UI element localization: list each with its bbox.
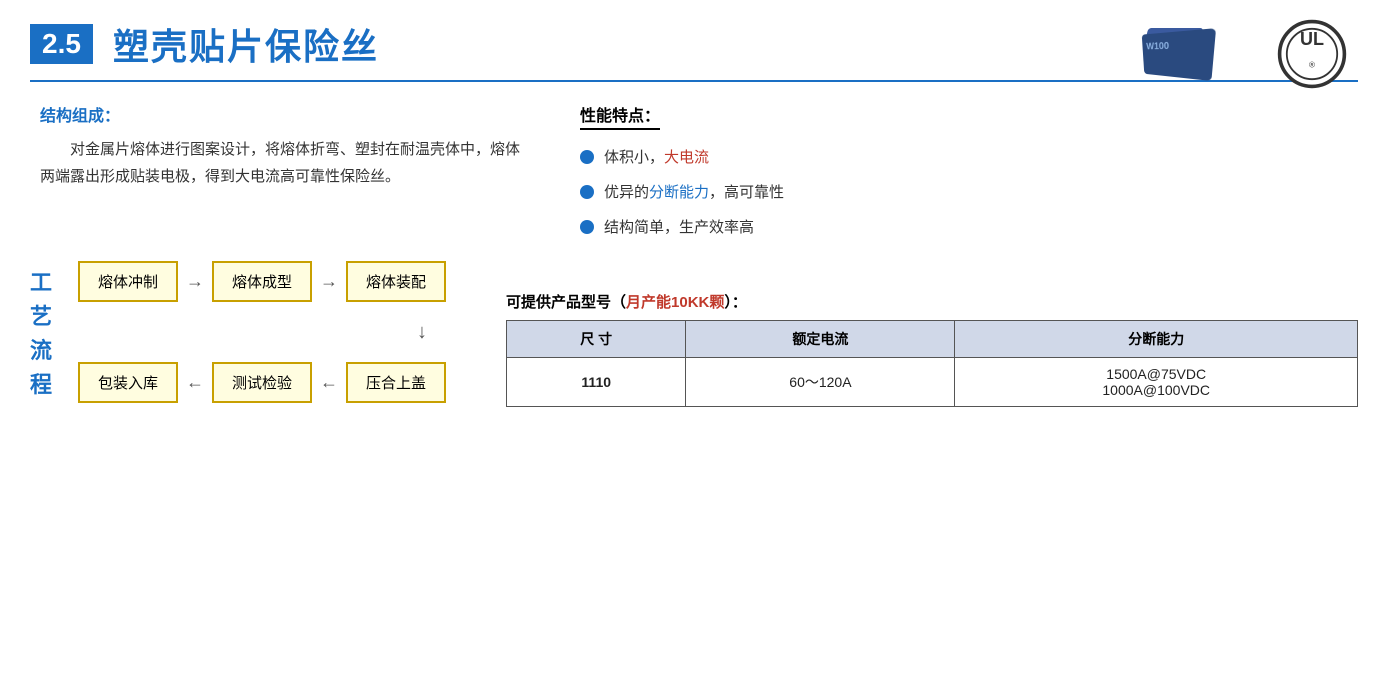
table-header-row: 尺 寸 额定电流 分断能力 (507, 321, 1358, 358)
flow-box-3: 熔体装配 (346, 261, 446, 302)
structure-description: 对金属片熔体进行图案设计，将熔体折弯、塑封在耐温壳体中，熔体两端露出形成贴装电极… (40, 136, 520, 190)
flow-box-5: 测试检验 (212, 362, 312, 403)
feature-item-1: 体积小，大电流 (580, 146, 1348, 167)
structure-label: 结构组成： (40, 102, 520, 126)
table-title: 可提供产品型号（月产能10KK颗）： (506, 291, 1358, 312)
flow-box-6: 压合上盖 (346, 362, 446, 403)
section-badge: 2.5 (30, 24, 93, 64)
col-header-breaking: 分断能力 (955, 321, 1358, 358)
ul-logo: UL ® (1276, 18, 1348, 90)
col-header-size: 尺 寸 (507, 321, 686, 358)
arrow-right-2: → (320, 271, 338, 292)
flow-row-1: 熔体冲制 → 熔体成型 → 熔体装配 (78, 261, 446, 302)
arrow-left-1: ← (186, 372, 204, 393)
svg-text:UL: UL (1300, 29, 1324, 49)
table-header: 尺 寸 额定电流 分断能力 (507, 321, 1358, 358)
chip-graphic: W100 (1138, 28, 1218, 83)
main-content: 结构组成： 对金属片熔体进行图案设计，将熔体折弯、塑封在耐温壳体中，熔体两端露出… (0, 102, 1388, 251)
process-char-2: 艺 (30, 299, 52, 331)
table-title-text: 可提供产品型号（月产能10KK颗）： (506, 294, 747, 311)
cell-size: 1110 (507, 358, 686, 407)
flow-box-1: 熔体冲制 (78, 261, 178, 302)
col-header-current: 额定电流 (686, 321, 955, 358)
highlight-text-2: 分断能力 (649, 184, 709, 201)
bullet-icon-2 (580, 185, 594, 199)
flow-box-2: 熔体成型 (212, 261, 312, 302)
flow-diagram: 熔体冲制 → 熔体成型 → 熔体装配 ↓ 包装入库 ← 测试检验 ← 压合上盖 (78, 261, 446, 403)
process-label: 工 艺 流 程 (30, 265, 52, 399)
feature-item-3: 结构简单，生产效率高 (580, 216, 1348, 237)
left-panel: 结构组成： 对金属片熔体进行图案设计，将熔体折弯、塑封在耐温壳体中，熔体两端露出… (40, 102, 520, 251)
process-char-1: 工 (30, 265, 52, 297)
process-char-3: 流 (30, 333, 52, 365)
arrow-down: ↓ (398, 322, 446, 342)
product-image: W100 (1128, 20, 1228, 90)
product-table: 尺 寸 额定电流 分断能力 1110 60～120A 1500A@75VDC10… (506, 320, 1358, 407)
table-body: 1110 60～120A 1500A@75VDC1000A@100VDC (507, 358, 1358, 407)
table-section: 可提供产品型号（月产能10KK颗）： 尺 寸 额定电流 分断能力 1110 60… (506, 291, 1358, 407)
right-panel: 性能特点： 体积小，大电流 优异的分断能力，高可靠性 结构简单，生产效率高 (580, 102, 1348, 251)
bottom-section: 工 艺 流 程 熔体冲制 → 熔体成型 → 熔体装配 ↓ 包装入库 ← 测试检验… (0, 261, 1388, 407)
highlight-text-1: 大电流 (664, 149, 709, 166)
arrow-right-1: → (186, 271, 204, 292)
page-title: 塑壳贴片保险丝 (113, 18, 379, 70)
flow-box-4: 包装入库 (78, 362, 178, 403)
feature-text-3: 结构简单，生产效率高 (604, 216, 754, 237)
svg-text:®: ® (1309, 61, 1315, 70)
feature-text-2: 优异的分断能力，高可靠性 (604, 181, 784, 202)
page-header: 2.5 塑壳贴片保险丝 W100 UL ® (0, 0, 1388, 80)
flow-row-2: 包装入库 ← 测试检验 ← 压合上盖 (78, 362, 446, 403)
features-label: 性能特点： (580, 102, 660, 130)
process-char-4: 程 (30, 367, 52, 399)
cell-current: 60～120A (686, 358, 955, 407)
arrow-left-2: ← (320, 372, 338, 393)
feature-item-2: 优异的分断能力，高可靠性 (580, 181, 1348, 202)
feature-text-1: 体积小，大电流 (604, 146, 709, 167)
table-row: 1110 60～120A 1500A@75VDC1000A@100VDC (507, 358, 1358, 407)
bullet-icon (580, 150, 594, 164)
cell-breaking: 1500A@75VDC1000A@100VDC (955, 358, 1358, 407)
table-title-highlight: 月产能10KK颗 (626, 294, 724, 311)
bullet-icon-3 (580, 220, 594, 234)
